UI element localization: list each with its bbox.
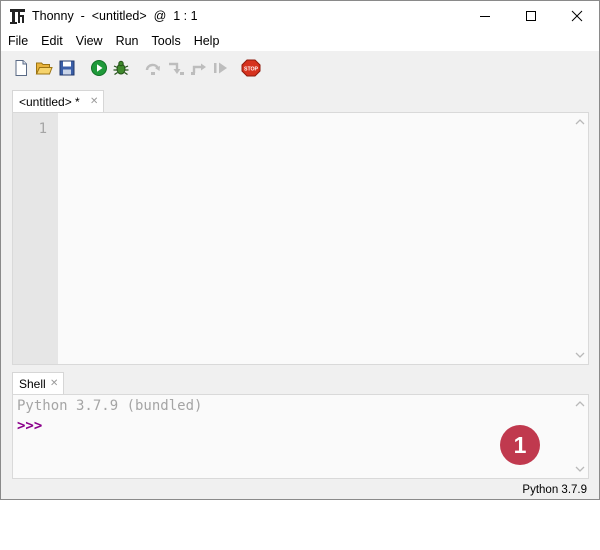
step-over-button[interactable]: [144, 59, 162, 77]
debug-button[interactable]: [112, 59, 130, 77]
step-into-button[interactable]: [167, 59, 185, 77]
close-icon: [571, 10, 583, 22]
shell-scroll-down-icon[interactable]: [575, 465, 585, 473]
shell-banner: Python 3.7.9 (bundled): [17, 398, 203, 414]
run-icon: [91, 60, 107, 76]
tab-shell-label: Shell: [19, 377, 46, 391]
shell-prompt: >>>: [17, 418, 43, 434]
menu-bar: File Edit View Run Tools Help: [1, 31, 599, 51]
save-button[interactable]: [58, 59, 76, 77]
status-interpreter[interactable]: Python 3.7.9: [522, 484, 587, 496]
stop-icon: STOP: [241, 59, 261, 77]
step-over-icon: [145, 63, 160, 75]
shell-tab-close-icon[interactable]: ✕: [50, 378, 58, 389]
thonny-window: Thonny - <untitled> @ 1 : 1 File Edit Vi…: [0, 0, 600, 500]
scroll-down-icon[interactable]: [575, 351, 585, 359]
new-file-icon: [15, 60, 27, 76]
toolbar: STOP: [1, 51, 599, 86]
step-out-icon: [191, 63, 206, 75]
minimize-icon: [480, 16, 490, 17]
line-number-gutter: 1: [13, 113, 58, 364]
scroll-up-icon[interactable]: [575, 118, 585, 126]
menu-tools[interactable]: Tools: [145, 31, 187, 51]
callout-badge: 1: [500, 425, 540, 465]
maximize-icon: [526, 11, 536, 21]
open-file-button[interactable]: [35, 59, 53, 77]
shell-scrollbar[interactable]: [572, 395, 588, 478]
window-title: Thonny - <untitled> @ 1 : 1: [32, 9, 198, 23]
thonny-logo-icon: [10, 9, 25, 24]
run-button[interactable]: [90, 59, 108, 77]
tab-untitled[interactable]: <untitled> * ✕: [12, 90, 104, 112]
resume-icon: [214, 62, 227, 74]
close-button[interactable]: [554, 1, 600, 31]
new-file-button[interactable]: [12, 59, 30, 77]
tab-untitled-label: <untitled> *: [19, 95, 80, 109]
code-editor[interactable]: 1: [12, 112, 589, 365]
resume-button[interactable]: [212, 59, 230, 77]
stop-label: STOP: [244, 66, 259, 72]
menu-file[interactable]: File: [1, 31, 34, 51]
debug-bug-icon: [113, 60, 129, 75]
maximize-button[interactable]: [508, 1, 554, 31]
save-icon: [59, 60, 75, 76]
step-into-icon: [169, 62, 184, 75]
minimize-button[interactable]: [462, 1, 508, 31]
tab-close-icon[interactable]: ✕: [90, 96, 98, 107]
menu-view[interactable]: View: [69, 31, 109, 51]
step-out-button[interactable]: [190, 59, 208, 77]
stop-button[interactable]: STOP: [241, 59, 261, 77]
menu-edit[interactable]: Edit: [34, 31, 69, 51]
menu-run[interactable]: Run: [109, 31, 145, 51]
editor-scrollbar[interactable]: [572, 113, 588, 364]
shell-scroll-up-icon[interactable]: [575, 400, 585, 408]
title-bar[interactable]: Thonny - <untitled> @ 1 : 1: [1, 1, 599, 31]
menu-help[interactable]: Help: [187, 31, 226, 51]
open-folder-icon: [35, 62, 53, 75]
line-number: 1: [38, 121, 47, 137]
tab-shell[interactable]: Shell ✕: [12, 372, 64, 394]
